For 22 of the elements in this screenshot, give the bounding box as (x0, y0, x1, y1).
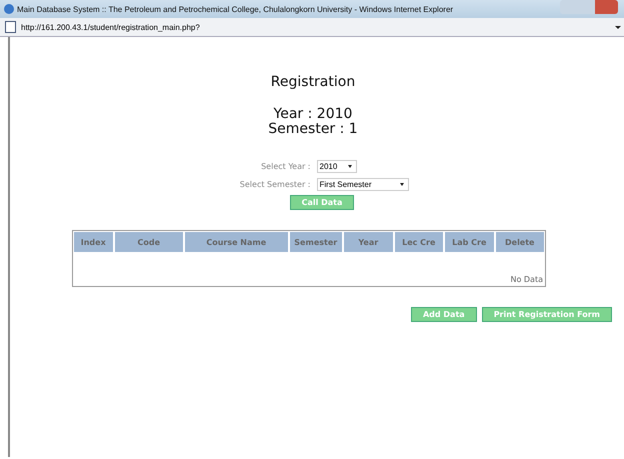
window-controls-icon[interactable] (560, 0, 618, 14)
dropdown-icon[interactable] (615, 26, 621, 28)
column-header: Delete (496, 232, 544, 252)
year-text: Year : 2010 (274, 107, 352, 122)
page-heading: Registration (270, 74, 356, 90)
column-header: Lab Cre (445, 232, 494, 252)
url-text: http://161.200.43.1/student/registration_main.php? (21, 22, 201, 32)
column-header: Year (344, 232, 392, 252)
column-header: Course Name (185, 232, 288, 252)
column-header: Code (114, 232, 183, 252)
select-field[interactable]: 2010 (316, 160, 356, 173)
select-field[interactable]: First Semester (316, 178, 408, 191)
semester-text: Semester : 1 (268, 122, 358, 137)
window-title: Main Database System :: The Petroleum and Petrochemical College, Chulalongkorn University - Windows Internet Explorer (17, 4, 454, 14)
field-label: Select Semester : (238, 180, 310, 189)
address-bar[interactable]: http://161.200.43.1/student/registration_main.php? (0, 18, 624, 37)
column-header: Semester (290, 232, 342, 252)
page-icon (5, 21, 16, 33)
field-label: Select Year : (260, 162, 310, 171)
no-data-text: No Data (510, 275, 543, 284)
column-header: Lec Cre (394, 232, 443, 252)
column-header: Index (74, 232, 112, 252)
